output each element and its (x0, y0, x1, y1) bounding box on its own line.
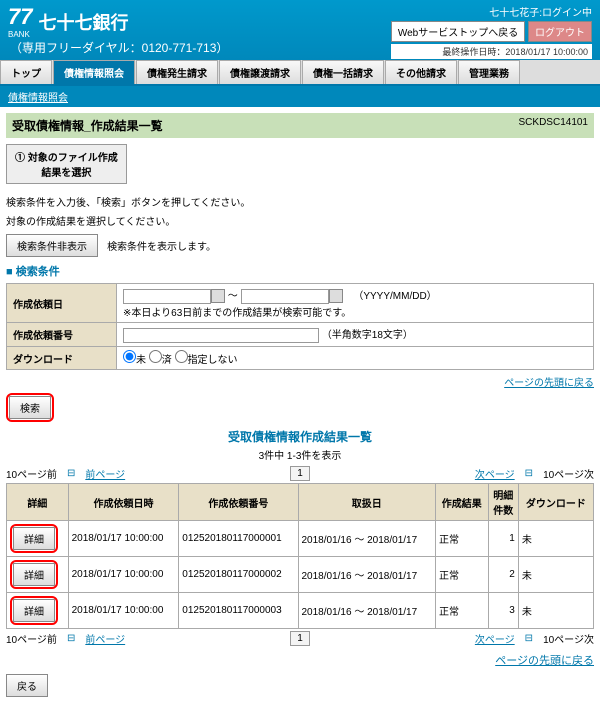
login-status: 七十七花子:ログイン中 (391, 4, 592, 19)
cell-datetime: 2018/01/17 10:00:00 (68, 593, 179, 629)
tab-kanri[interactable]: 管理業務 (458, 60, 520, 84)
screen-id: SCKDSC14101 (519, 117, 588, 134)
col-result: 作成結果 (435, 484, 488, 521)
instruction-2: 対象の作成結果を選択してください。 (6, 213, 594, 228)
next-page[interactable]: 次ページ (475, 631, 515, 646)
dl-radio-none[interactable] (175, 350, 188, 363)
next-page[interactable]: 次ページ (475, 466, 515, 481)
search-button[interactable]: 検索 (9, 396, 51, 419)
detail-button[interactable]: 詳細 (13, 563, 55, 586)
col-detail: 詳細 (7, 484, 69, 521)
back-to-top-link[interactable]: ページの先頭に戻る (495, 655, 594, 667)
cell-result: 正常 (435, 593, 488, 629)
result-list-title: 受取債権情報作成結果一覧 (6, 428, 594, 445)
section-title: 受取債権情報_作成結果一覧 (12, 117, 163, 134)
instruction-1: 検索条件を入力後、「検索」ボタンを押してください。 (6, 194, 594, 209)
cell-result: 正常 (435, 521, 488, 557)
web-top-button[interactable]: Webサービストップへ戻る (391, 21, 525, 42)
prev-page[interactable]: 前ページ (85, 466, 125, 481)
detail-button[interactable]: 詳細 (13, 527, 55, 550)
logout-button[interactable]: ログアウト (528, 21, 592, 42)
cell-download: 未 (518, 521, 593, 557)
cell-datetime: 2018/01/17 10:00:00 (68, 557, 179, 593)
reqno-note: （半角数字18文字） (322, 330, 413, 341)
cell-count: 2 (488, 557, 518, 593)
page-number: 1 (290, 466, 310, 481)
cell-range: 2018/01/16 ～ 2018/01/17 (298, 521, 435, 557)
next-icon[interactable]: ⊟ (525, 633, 533, 644)
back-button[interactable]: 戻る (6, 674, 48, 697)
main-tabs: トップ 債権情報照会 債権発生請求 債権譲渡請求 債権一括請求 その他請求 管理… (0, 60, 600, 86)
section-title-bar: 受取債権情報_作成結果一覧 SCKDSC14101 (6, 113, 594, 138)
prev-icon[interactable]: ⊟ (67, 633, 75, 644)
tab-ikkatsu[interactable]: 債権一括請求 (302, 60, 384, 84)
tab-sonota[interactable]: その他請求 (385, 60, 457, 84)
cell-range: 2018/01/16 ～ 2018/01/17 (298, 593, 435, 629)
col-download: ダウンロード (518, 484, 593, 521)
header: 77BANK 七十七銀行 （専用フリーダイヤル：0120-771-713） 七十… (0, 0, 600, 60)
tab-joto[interactable]: 債権譲渡請求 (219, 60, 301, 84)
hide-note: 検索条件を表示します。 (107, 242, 216, 253)
pager-bottom: 10ページ前 ⊟ 前ページ 1 次ページ ⊟ 10ページ次 (6, 631, 594, 646)
prev-icon[interactable]: ⊟ (67, 468, 75, 479)
calendar-icon[interactable] (329, 289, 343, 303)
next-icon[interactable]: ⊟ (525, 468, 533, 479)
back-to-top-link[interactable]: ページの先頭に戻る (504, 378, 594, 389)
cell-reqno: 012520180117000003 (179, 593, 298, 629)
col-reqno: 作成依頼番号 (179, 484, 298, 521)
cell-result: 正常 (435, 557, 488, 593)
tab-saiken-shokai[interactable]: 債権情報照会 (53, 60, 135, 84)
prev-page[interactable]: 前ページ (85, 631, 125, 646)
bank-number: 77 (8, 4, 32, 29)
bank-name: 七十七銀行 (38, 9, 128, 35)
calendar-icon[interactable] (211, 289, 225, 303)
search-form: 作成依頼日 ～ （YYYY/MM/DD） ※本日より63日前までの作成結果が検索… (6, 283, 594, 370)
cell-datetime: 2018/01/17 10:00:00 (68, 521, 179, 557)
table-row: 詳細 2018/01/17 10:00:00 01252018011700000… (7, 557, 594, 593)
label-request-no: 作成依頼番号 (7, 323, 117, 347)
page-10-next[interactable]: 10ページ次 (543, 466, 594, 481)
page-10-prev[interactable]: 10ページ前 (6, 466, 57, 481)
col-datetime: 作成依頼日時 (68, 484, 179, 521)
date-from-input[interactable] (123, 289, 211, 304)
tab-top[interactable]: トップ (0, 60, 52, 84)
cell-count: 1 (488, 521, 518, 557)
tab-hassei[interactable]: 債権発生請求 (136, 60, 218, 84)
cell-download: 未 (518, 593, 593, 629)
table-row: 詳細 2018/01/17 10:00:00 01252018011700000… (7, 593, 594, 629)
cell-count: 3 (488, 593, 518, 629)
label-create-date: 作成依頼日 (7, 284, 117, 323)
label-download: ダウンロード (7, 347, 117, 370)
step-indicator: ① 対象のファイル作成 結果を選択 (6, 144, 127, 184)
col-count: 明細 件数 (488, 484, 518, 521)
result-list-sub: 3件中 1-3件を表示 (6, 447, 594, 462)
cell-reqno: 012520180117000001 (179, 521, 298, 557)
date-to-input[interactable] (241, 289, 329, 304)
date-sep: ～ (228, 291, 238, 302)
page-number: 1 (290, 631, 310, 646)
dl-radio-mi[interactable] (123, 350, 136, 363)
cell-download: 未 (518, 557, 593, 593)
last-operation: 最終操作日時：2018/01/17 10:00:00 (391, 44, 592, 59)
subbar-link[interactable]: 債権情報照会 (8, 93, 68, 104)
pager-top: 10ページ前 ⊟ 前ページ 1 次ページ ⊟ 10ページ次 (6, 466, 594, 481)
cell-reqno: 012520180117000002 (179, 557, 298, 593)
conditions-header: 検索条件 (6, 263, 594, 279)
detail-button[interactable]: 詳細 (13, 599, 55, 622)
page-10-next[interactable]: 10ページ次 (543, 631, 594, 646)
dl-radio-sumi[interactable] (149, 350, 162, 363)
page-10-prev[interactable]: 10ページ前 (6, 631, 57, 646)
cell-range: 2018/01/16 ～ 2018/01/17 (298, 557, 435, 593)
table-row: 詳細 2018/01/17 10:00:00 01252018011700000… (7, 521, 594, 557)
hide-conditions-button[interactable]: 検索条件非表示 (6, 234, 98, 257)
request-no-input[interactable] (123, 328, 319, 343)
bank-sub: BANK (8, 30, 32, 39)
result-table: 詳細 作成依頼日時 作成依頼番号 取扱日 作成結果 明細 件数 ダウンロード 詳… (6, 483, 594, 629)
col-range: 取扱日 (298, 484, 435, 521)
